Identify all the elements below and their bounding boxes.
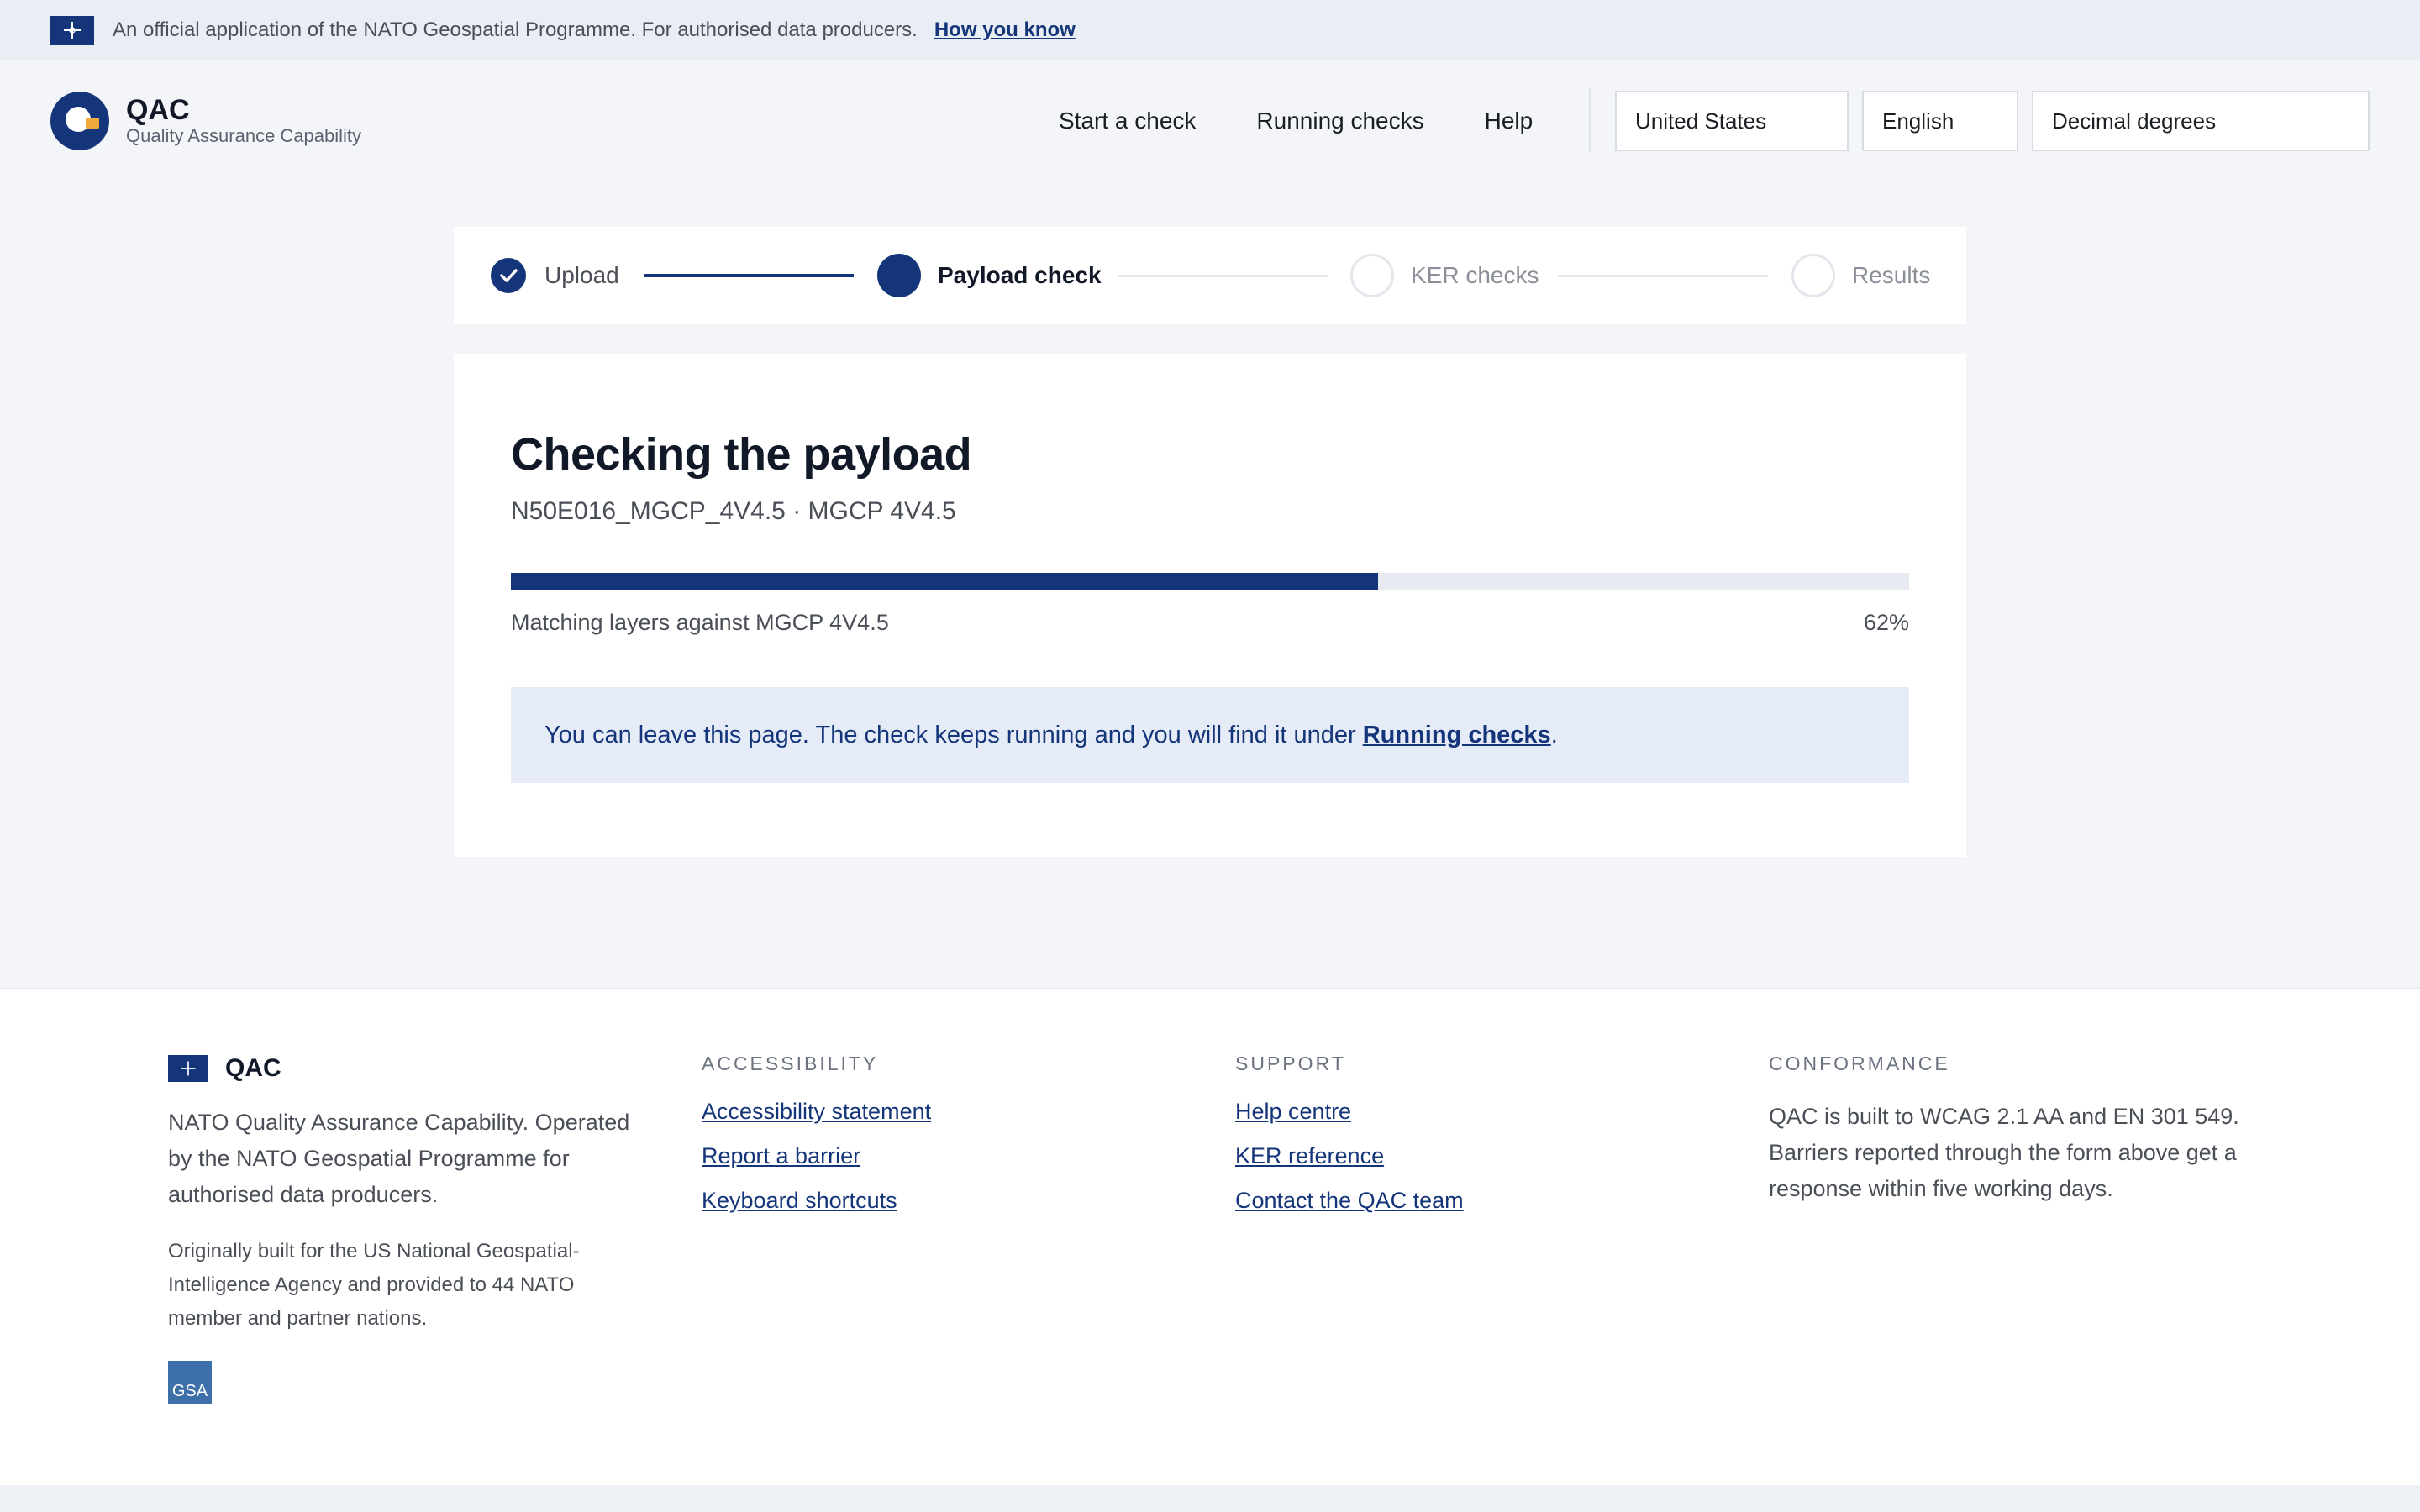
footer-conformance-column: CONFORMANCE QAC is built to WCAG 2.1 AA … bbox=[1769, 1053, 2273, 1207]
country-select[interactable]: United States bbox=[1615, 91, 1849, 151]
running-checks-link[interactable]: Running checks bbox=[1363, 722, 1551, 749]
step-connector bbox=[1558, 275, 1768, 277]
notice-text: You can leave this page. The check keeps… bbox=[544, 721, 1356, 748]
progress-status-label: Matching layers against MGCP 4V4.5 bbox=[511, 610, 889, 635]
coordinate-format-select[interactable]: Decimal degrees bbox=[2032, 91, 2370, 151]
nav-help[interactable]: Help bbox=[1485, 108, 1534, 134]
payload-check-card: Checking the payload N50E016_MGCP_4V4.5 … bbox=[454, 354, 1966, 857]
footer-bottom-strip bbox=[0, 1485, 2420, 1512]
step-complete-check-icon bbox=[491, 258, 526, 293]
gsa-badge-icon: GSA bbox=[168, 1361, 212, 1404]
site-title: QAC bbox=[126, 93, 190, 126]
help-centre-link[interactable]: Help centre bbox=[1235, 1099, 1464, 1125]
footer-accessibility-column: ACCESSIBILITY Accessibility statement Re… bbox=[702, 1053, 931, 1214]
dataset-subtitle: N50E016_MGCP_4V4.5 · MGCP 4V4.5 bbox=[511, 497, 956, 525]
qac-duck-logo-icon bbox=[50, 91, 109, 150]
footer-origin: Originally built for the US National Geo… bbox=[168, 1240, 580, 1330]
report-barrier-link[interactable]: Report a barrier bbox=[702, 1143, 931, 1169]
footer-support-column: SUPPORT Help centre KER reference Contac… bbox=[1235, 1053, 1464, 1214]
page-title: Checking the payload bbox=[511, 429, 972, 480]
nato-flag-icon bbox=[50, 15, 94, 45]
site-logo[interactable]: QAC Quality Assurance Capability bbox=[50, 91, 362, 150]
step-upcoming-indicator bbox=[1350, 254, 1394, 297]
footer-description: NATO Quality Assurance Capability. Opera… bbox=[168, 1110, 630, 1207]
nato-flag-icon bbox=[168, 1055, 208, 1082]
site-footer: QAC NATO Quality Assurance Capability. O… bbox=[0, 988, 2420, 1485]
progress-stepper: Upload Payload check KER checks Results bbox=[454, 227, 1966, 324]
progress-bar bbox=[511, 573, 1909, 590]
step-results: Results bbox=[1852, 262, 1931, 288]
language-select[interactable]: English bbox=[1862, 91, 2018, 151]
step-ker-checks: KER checks bbox=[1411, 262, 1539, 288]
footer-heading-support: SUPPORT bbox=[1235, 1053, 1346, 1074]
banner-text: An official application of the NATO Geos… bbox=[113, 18, 918, 41]
how-you-know-link[interactable]: How you know bbox=[934, 18, 1076, 42]
progress-bar-fill bbox=[511, 573, 1378, 590]
footer-brand-name: QAC bbox=[225, 1054, 281, 1082]
nav-start-a-check[interactable]: Start a check bbox=[1059, 108, 1196, 134]
official-banner: An official application of the NATO Geos… bbox=[0, 0, 2420, 60]
main-nav: Start a check Running checks Help bbox=[1059, 60, 1533, 181]
contact-team-link[interactable]: Contact the QAC team bbox=[1235, 1188, 1464, 1214]
conformance-text: QAC is built to WCAG 2.1 AA and EN 301 5… bbox=[1769, 1104, 2239, 1201]
nav-divider bbox=[1589, 89, 1591, 153]
step-connector bbox=[644, 274, 854, 277]
info-notice: You can leave this page. The check keeps… bbox=[511, 687, 1909, 783]
step-connector bbox=[1118, 275, 1328, 277]
step-upcoming-indicator bbox=[1791, 254, 1835, 297]
nav-running-checks[interactable]: Running checks bbox=[1256, 108, 1423, 134]
footer-brand-column: QAC NATO Quality Assurance Capability. O… bbox=[168, 1054, 655, 1404]
footer-heading-accessibility: ACCESSIBILITY bbox=[702, 1053, 879, 1074]
notice-end: . bbox=[1550, 721, 1558, 748]
step-payload-check: Payload check bbox=[938, 262, 1102, 288]
ker-reference-link[interactable]: KER reference bbox=[1235, 1143, 1464, 1169]
footer-heading-conformance: CONFORMANCE bbox=[1769, 1053, 1950, 1074]
site-subtitle: Quality Assurance Capability bbox=[126, 124, 362, 146]
progress-percent: 62% bbox=[1863, 610, 1909, 635]
step-current-indicator bbox=[877, 254, 921, 297]
step-upload: Upload bbox=[544, 262, 619, 288]
keyboard-shortcuts-link[interactable]: Keyboard shortcuts bbox=[702, 1188, 931, 1214]
accessibility-statement-link[interactable]: Accessibility statement bbox=[702, 1099, 931, 1125]
